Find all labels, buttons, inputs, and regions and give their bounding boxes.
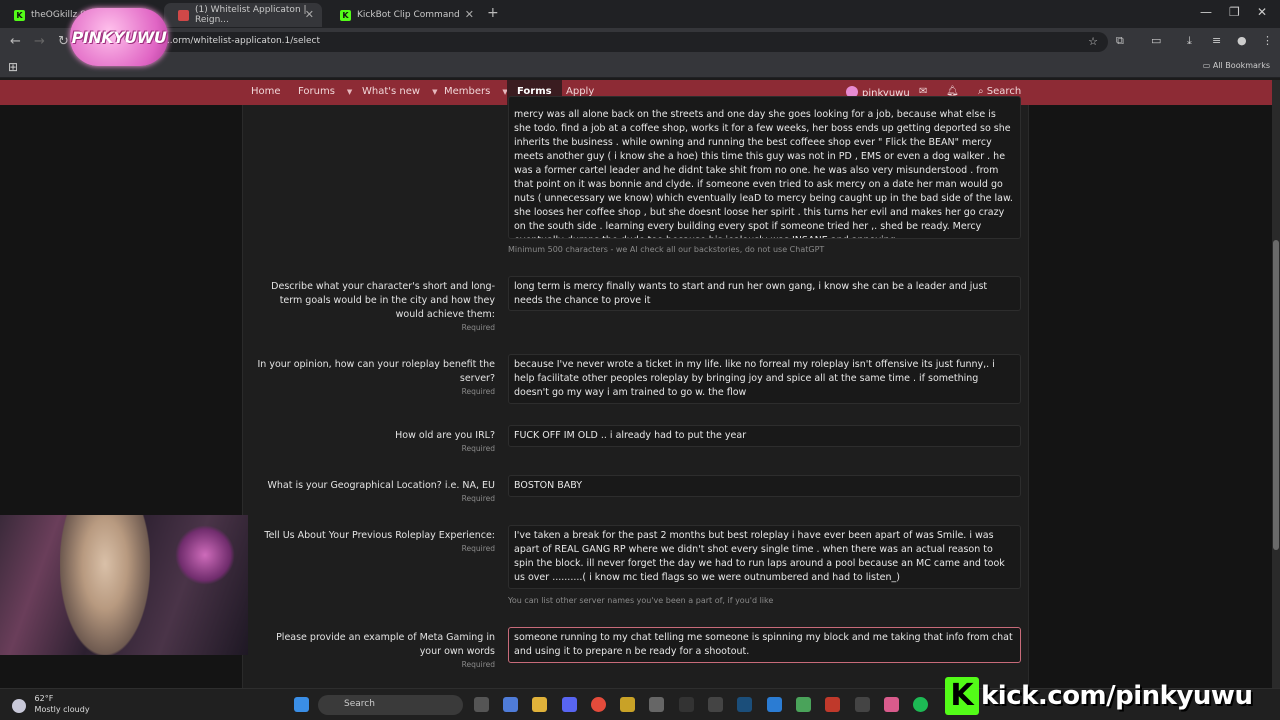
new-tab-icon[interactable]: + — [487, 5, 499, 21]
page-scrollbar[interactable] — [1272, 80, 1280, 688]
backstory-answer[interactable]: mercy was all alone back on the streets … — [508, 96, 1021, 239]
question-experience-label: Tell Us About Your Previous Roleplay Exp… — [264, 530, 495, 553]
reading-list-icon[interactable]: ≡ — [1212, 34, 1221, 47]
windows-start-icon[interactable] — [294, 697, 309, 712]
restore-icon[interactable]: ❐ — [1229, 5, 1240, 19]
kick-channel-banner: K kick.com/pinkyuwu — [945, 676, 1269, 716]
spotify-icon[interactable] — [913, 697, 928, 712]
discord-icon[interactable] — [562, 697, 577, 712]
kick-url-text: kick.com/pinkyuwu — [981, 681, 1253, 711]
question-metagaming-label: Please provide an example of Meta Gaming… — [276, 632, 495, 669]
folder-icon: ▭ — [1202, 61, 1211, 70]
tab-whitelist[interactable]: (1) Whitelist Applicaton | Reign... ✕ — [164, 3, 322, 27]
download-icon[interactable]: ⤓ — [1187, 34, 1192, 48]
backstory-hint: Minimum 500 characters - we AI check all… — [508, 245, 825, 254]
benefit-answer[interactable]: because I've never wrote a ticket in my … — [508, 354, 1021, 404]
menu-kebab-icon[interactable]: ⋮ — [1262, 34, 1273, 47]
logo-text: PINKYUWU — [71, 27, 167, 47]
task-view-icon[interactable] — [474, 697, 489, 712]
tab-title: KickBot Clip Command — [357, 10, 460, 20]
scrollbar-thumb[interactable] — [1273, 240, 1279, 550]
app-icon[interactable] — [796, 697, 811, 712]
apps-grid-icon[interactable]: ⊞ — [8, 60, 18, 74]
question-location-label: What is your Geographical Location? i.e.… — [267, 480, 495, 503]
kick-favicon-icon: K — [340, 9, 351, 21]
experience-hint: You can list other server names you've b… — [508, 596, 774, 605]
forum-favicon-icon — [178, 9, 189, 21]
reload-icon[interactable]: ↻ — [58, 34, 69, 49]
back-icon[interactable]: ← — [10, 34, 21, 49]
weather-widget[interactable]: 62°F Mostly cloudy — [12, 693, 90, 715]
tab-title: (1) Whitelist Applicaton | Reign... — [195, 5, 307, 25]
location-answer[interactable]: BOSTON BABY — [508, 475, 1021, 497]
cast-icon[interactable]: ▭ — [1151, 34, 1161, 47]
chrome-icon[interactable] — [591, 697, 606, 712]
profile-avatar-icon[interactable]: ● — [1237, 34, 1247, 47]
taskbar-search[interactable]: Search — [318, 695, 463, 715]
url-text: ...orm/whitelist-applicaton.1/select — [164, 36, 321, 46]
question-benefit-label: In your opinion, how can your roleplay b… — [257, 359, 495, 396]
nav-forums[interactable]: Forums ▼ — [298, 86, 352, 97]
chevron-down-icon: ▼ — [432, 88, 438, 96]
question-age-label: How old are you IRL? Required — [395, 430, 495, 453]
age-answer[interactable]: FUCK OFF IM OLD .. i already had to put … — [508, 425, 1021, 447]
app-icon[interactable] — [708, 697, 723, 712]
app-icon[interactable] — [620, 697, 635, 712]
minimize-icon[interactable]: — — [1200, 5, 1212, 19]
close-tab-icon[interactable]: ✕ — [305, 8, 314, 21]
metagaming-answer[interactable]: someone running to my chat telling me so… — [508, 627, 1021, 663]
streamer-logo-overlay: PINKYUWU — [70, 8, 168, 66]
browser-tab-strip: K theOGkillz Stream - ... ✕ (1) Whitelis… — [0, 0, 1280, 28]
steam-icon[interactable] — [737, 697, 752, 712]
epic-games-icon[interactable] — [679, 697, 694, 712]
kick-logo-icon: K — [945, 677, 979, 715]
app-icon[interactable] — [825, 697, 840, 712]
nav-whats-new[interactable]: What's new ▼ — [362, 86, 437, 97]
window-close-icon[interactable]: ✕ — [1257, 5, 1267, 19]
chevron-down-icon: ▼ — [346, 88, 353, 96]
extensions-icon[interactable]: ⧉ — [1116, 34, 1124, 48]
goals-answer[interactable]: long term is mercy finally wants to star… — [508, 276, 1021, 311]
app-icon[interactable] — [649, 697, 664, 712]
cloud-icon — [12, 698, 26, 713]
obs-icon[interactable] — [855, 697, 870, 712]
omnibox[interactable]: ...orm/whitelist-applicaton.1/select ☆ — [78, 32, 1108, 52]
nav-home[interactable]: Home — [251, 86, 281, 97]
outlook-icon[interactable] — [767, 697, 782, 712]
forward-icon[interactable]: → — [34, 34, 45, 49]
file-explorer-icon[interactable] — [532, 697, 547, 712]
all-bookmarks-button[interactable]: ▭ All Bookmarks — [1203, 61, 1270, 70]
neon-light — [175, 525, 235, 585]
address-toolbar: ← → ↻ ...orm/whitelist-applicaton.1/sele… — [0, 28, 1280, 56]
app-icon[interactable] — [884, 697, 899, 712]
copilot-icon[interactable] — [503, 697, 518, 712]
kick-favicon-icon: K — [14, 9, 25, 21]
tab-kickbot[interactable]: K KickBot Clip Command ✕ — [326, 3, 482, 27]
nav-members[interactable]: Members ▼ — [444, 86, 508, 97]
bookmarks-bar: ⊞ ▭ All Bookmarks — [0, 56, 1280, 78]
experience-answer[interactable]: I've taken a break for the past 2 months… — [508, 525, 1021, 589]
question-goals-label: Describe what your character's short and… — [271, 281, 495, 332]
close-tab-icon[interactable]: ✕ — [465, 8, 474, 21]
bookmark-star-icon[interactable]: ☆ — [1088, 35, 1098, 48]
streamer-figure — [60, 515, 150, 655]
webcam-overlay — [0, 515, 248, 655]
